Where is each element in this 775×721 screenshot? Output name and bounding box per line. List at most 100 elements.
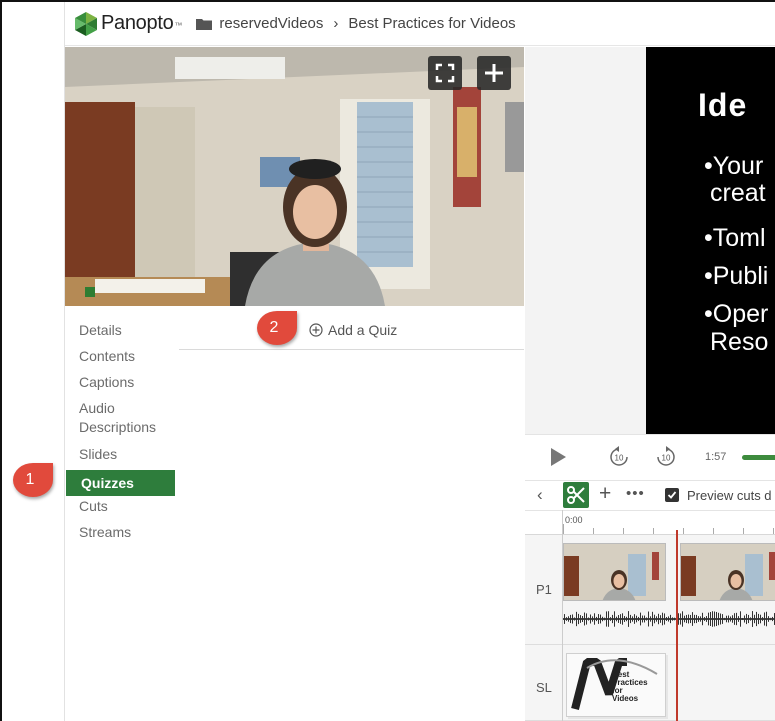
slide-viewer[interactable]: Ide •Your creat •Toml •Publi •Oper Reso — [646, 47, 775, 434]
waveform-bar — [702, 612, 703, 626]
track-label-sl: SL — [536, 680, 552, 695]
waveform-bar — [626, 616, 627, 622]
fullscreen-button[interactable] — [428, 56, 462, 90]
waveform-bar — [754, 614, 755, 624]
waveform-bar — [768, 616, 769, 622]
add-circle-icon — [309, 323, 323, 337]
primary-video[interactable] — [65, 47, 524, 306]
back-chevron-icon[interactable]: ‹ — [537, 485, 543, 505]
waveform-bar — [628, 611, 629, 627]
waveform-bar — [748, 614, 749, 624]
slide-line: Reso — [710, 328, 769, 356]
add-quiz-button[interactable]: Add a Quiz — [309, 322, 397, 338]
waveform-bar — [570, 614, 571, 624]
waveform-bar — [692, 612, 693, 626]
waveform-bar — [610, 617, 611, 621]
forward-10-icon[interactable]: 10 — [654, 445, 678, 469]
waveform-bar — [770, 617, 771, 621]
progress-bar[interactable] — [742, 455, 775, 460]
logo-text: Panopto — [101, 12, 174, 34]
waveform-bar — [668, 616, 669, 622]
waveform-bar — [674, 617, 675, 621]
current-time: 1:57 — [705, 451, 727, 463]
waveform-bar — [648, 611, 649, 627]
waveform-bar — [582, 616, 583, 622]
video-thumbnail — [681, 544, 775, 600]
menu-item-captions[interactable]: Captions — [79, 372, 175, 398]
waveform-bar — [688, 614, 689, 624]
track-label-p1: P1 — [536, 582, 552, 597]
waveform-bar — [632, 616, 633, 622]
waveform-bar — [602, 616, 603, 622]
waveform-bar — [712, 611, 713, 627]
menu-item-streams[interactable]: Streams — [79, 522, 175, 548]
rewind-10-icon[interactable]: 10 — [607, 445, 631, 469]
waveform-bar — [624, 616, 625, 622]
menu-item-cuts[interactable]: Cuts — [79, 496, 175, 522]
scissors-icon — [567, 486, 585, 504]
slide-thumbnail-text: Best Practices for Videos — [612, 670, 648, 703]
waveform-bar — [714, 611, 715, 627]
menu-item-contents[interactable]: Contents — [79, 346, 175, 372]
playhead[interactable] — [676, 530, 678, 721]
waveform-bar — [640, 612, 641, 626]
waveform-bar — [614, 611, 615, 627]
panopto-logo-icon — [75, 11, 97, 36]
app-header: Panopto ™ reservedVideos › Best Practice… — [65, 2, 775, 46]
waveform-bar — [678, 613, 679, 625]
more-icon[interactable]: ••• — [626, 482, 645, 506]
waveform-bar — [644, 615, 645, 623]
track-thumbnail — [680, 543, 775, 601]
slide-line: •Your — [704, 152, 764, 180]
waveform-bar — [572, 614, 573, 624]
play-icon[interactable] — [551, 448, 566, 466]
slide-line: •Publi — [704, 262, 769, 290]
waveform-bar — [612, 614, 613, 624]
folder-icon — [196, 18, 213, 30]
waveform-bar — [706, 616, 707, 622]
preview-cuts-checkbox[interactable] — [665, 488, 679, 502]
waveform-bar — [634, 614, 635, 624]
waveform-bar — [760, 614, 761, 624]
waveform-bar — [574, 617, 575, 621]
waveform-bar — [686, 614, 687, 624]
waveform-bar — [660, 615, 661, 623]
cut-tool-button[interactable] — [563, 482, 589, 508]
waveform-bar — [704, 617, 705, 621]
breadcrumb-folder[interactable]: reservedVideos — [219, 15, 323, 32]
breadcrumb-session: Best Practices for Videos — [348, 15, 516, 32]
waveform-bar — [756, 611, 757, 627]
waveform-bar — [606, 611, 607, 627]
menu-item-audio-descriptions[interactable]: Audio Descriptions — [79, 398, 175, 444]
waveform-bar — [718, 612, 719, 626]
waveform-bar — [566, 617, 567, 621]
waveform-bar — [638, 616, 639, 622]
waveform-bar — [696, 614, 697, 624]
waveform-bar — [618, 615, 619, 623]
waveform-bar — [690, 614, 691, 624]
plus-icon[interactable]: + — [599, 482, 611, 506]
waveform-bar — [680, 613, 681, 625]
ruler-tick — [593, 528, 594, 534]
waveform-bar — [662, 612, 663, 626]
waveform-bar — [738, 616, 739, 622]
waveform-bar — [730, 616, 731, 622]
ruler-tick — [773, 528, 774, 534]
waveform-bar — [604, 617, 605, 621]
add-stream-button[interactable] — [477, 56, 511, 90]
menu-item-slides[interactable]: Slides — [79, 444, 175, 470]
waveform-bar — [664, 613, 665, 625]
add-quiz-label: Add a Quiz — [328, 322, 398, 338]
ruler-tick — [713, 528, 714, 534]
waveform-bar — [578, 613, 579, 625]
panopto-logo[interactable]: Panopto ™ — [73, 11, 182, 37]
waveform-bar — [716, 611, 717, 627]
menu-item-quizzes[interactable]: Quizzes — [66, 470, 175, 496]
svg-text:10: 10 — [662, 454, 671, 463]
menu-item-details[interactable]: Details — [79, 320, 175, 346]
waveform-bar — [616, 616, 617, 622]
waveform-bar — [652, 611, 653, 627]
waveform-bar — [724, 617, 725, 621]
waveform-bar — [762, 617, 763, 621]
waveform-bar — [726, 615, 727, 623]
